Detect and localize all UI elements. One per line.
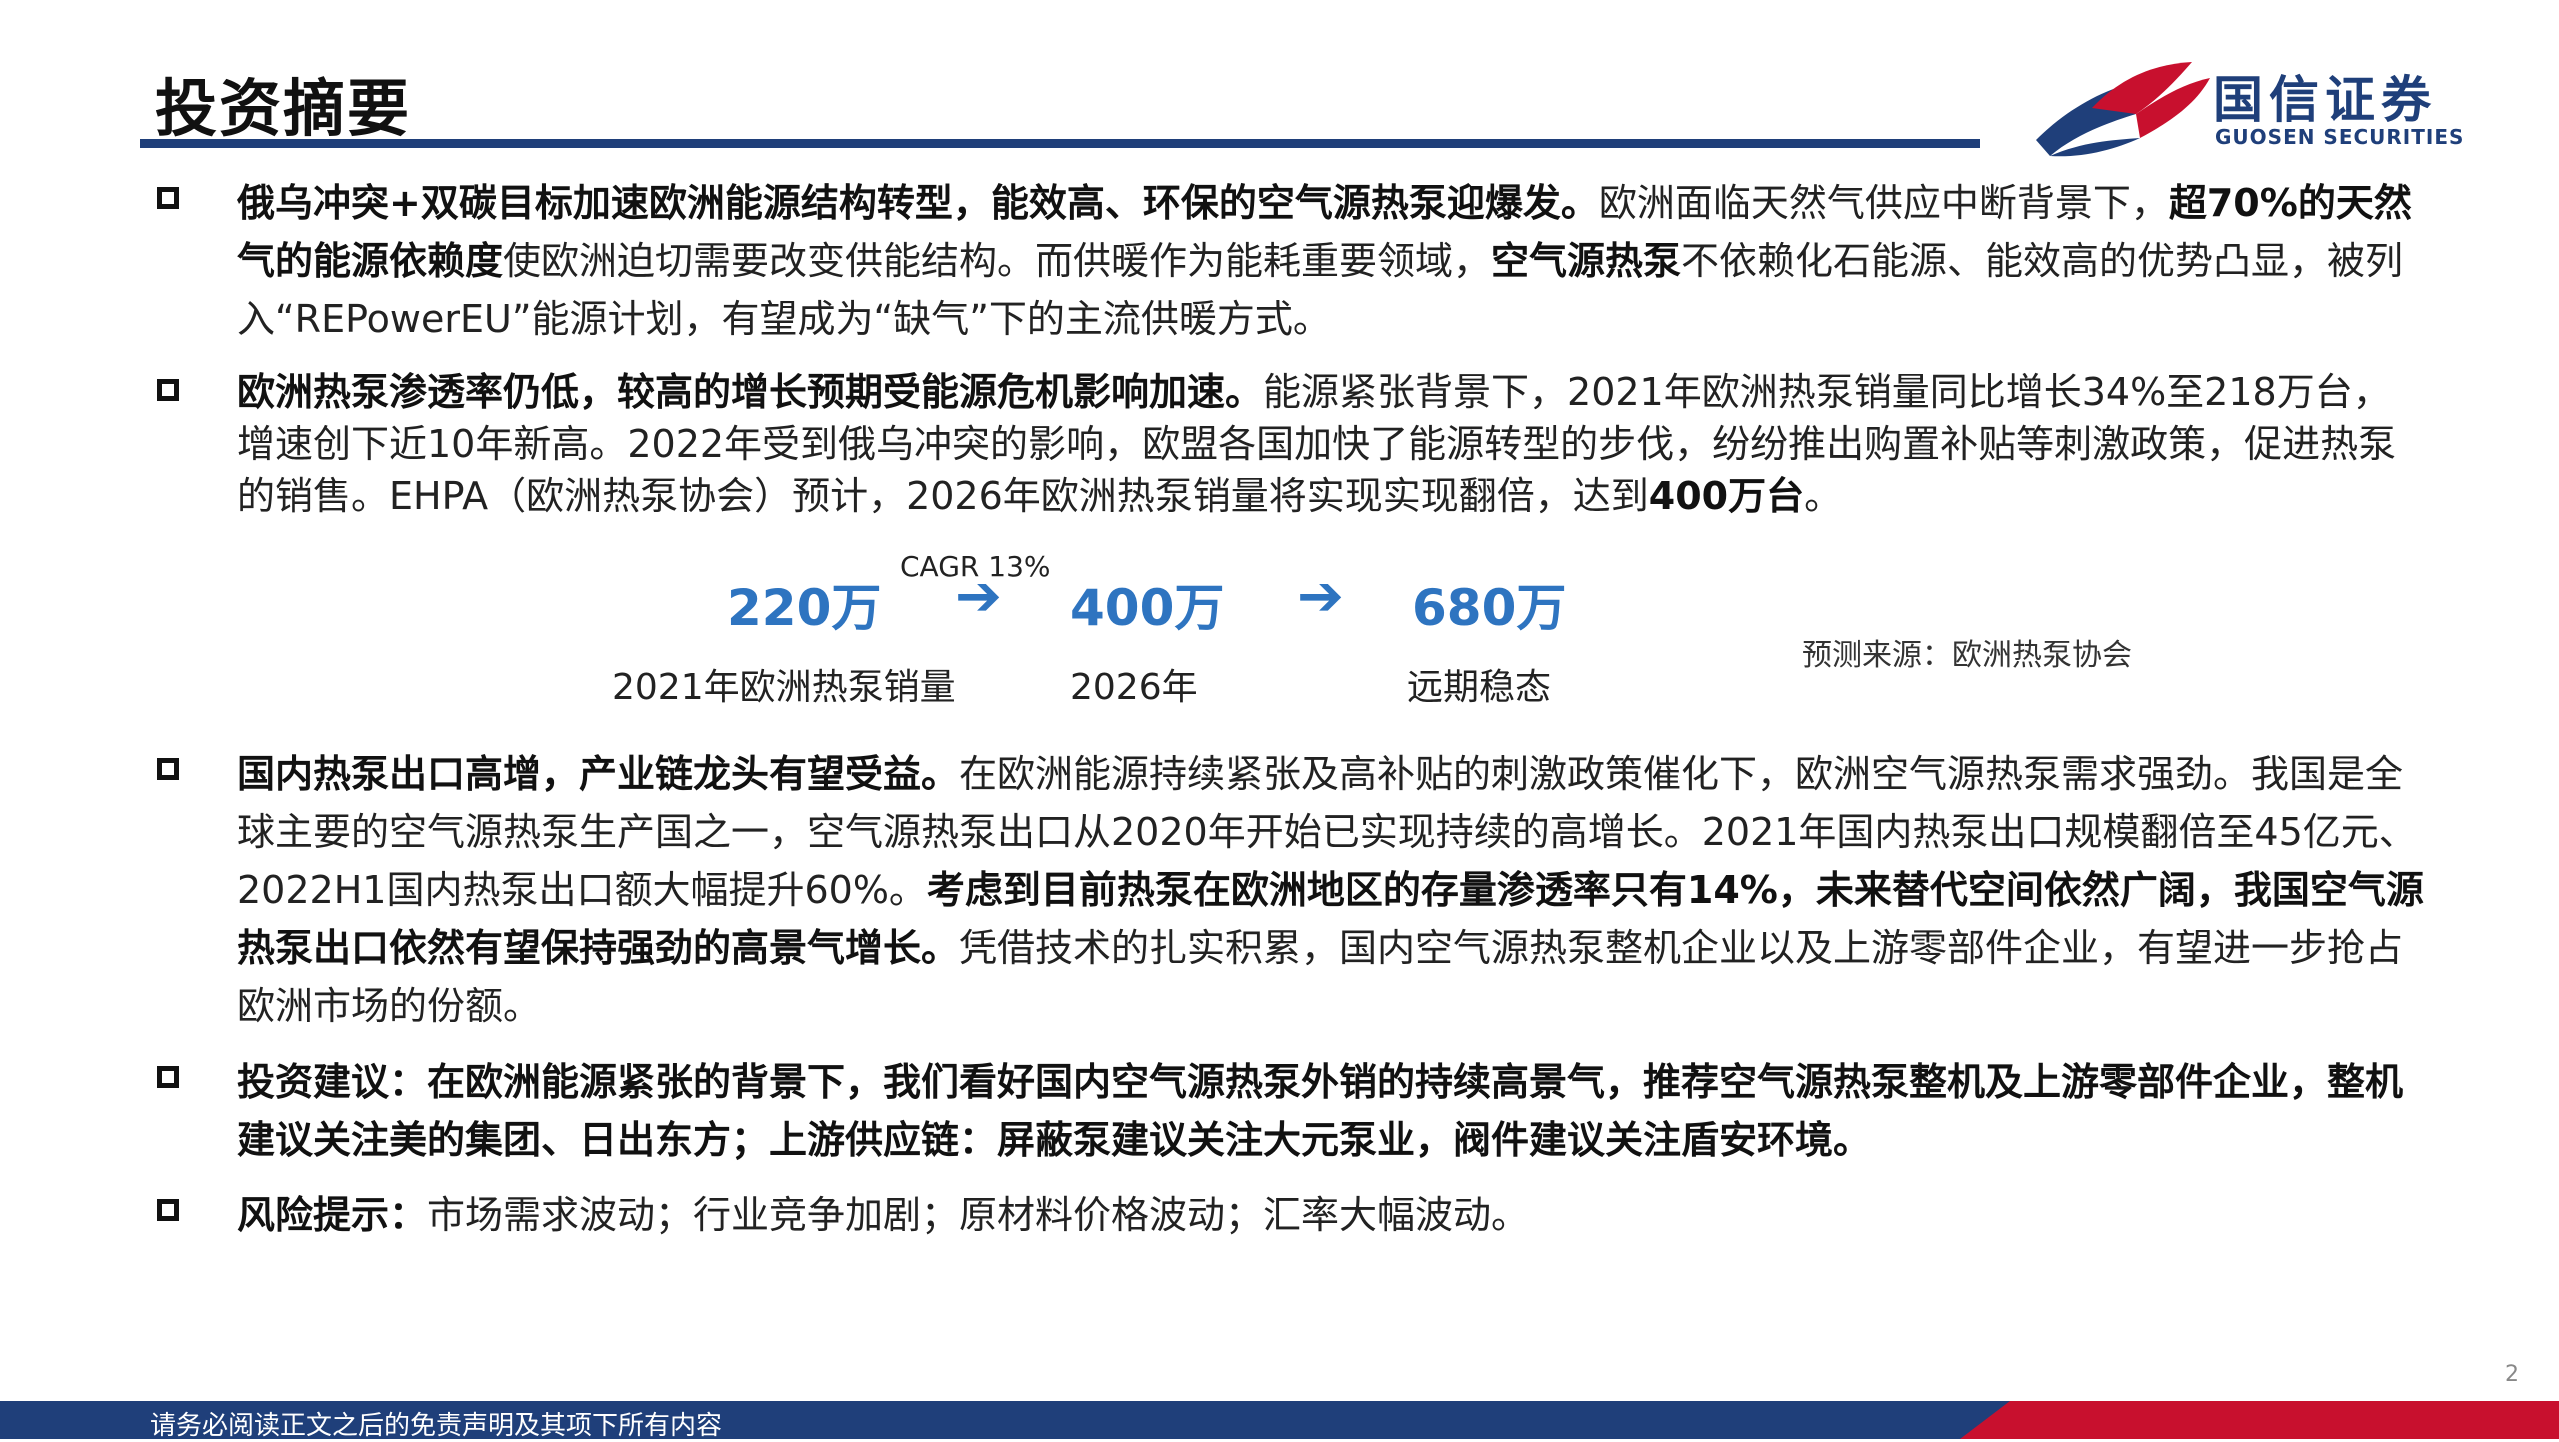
stat-value-2021: 220万 [727,579,882,637]
square-bullet-icon [157,758,179,780]
stat-label-2026: 2026年 [1070,667,1198,708]
stat-value-2026: 400万 [1070,579,1225,637]
bullet-item: 风险提示：市场需求波动；行业竞争加剧；原材料价格波动；汇率大幅波动。 [157,1186,2427,1244]
text-segment: 。 [1804,474,1843,518]
bold-segment: 俄乌冲突+双碳目标加速欧洲能源结构转型，能效高、环保的空气源热泵迎爆发。 [237,181,1599,225]
forecast-source: 预测来源：欧洲热泵协会 [1802,638,2132,673]
arrow-right-icon: ➔ [1297,564,1344,629]
square-bullet-icon [157,1199,179,1221]
title-divider [140,139,1980,148]
text-segment: 市场需求波动；行业竞争加剧；原材料价格波动；汇率大幅波动。 [427,1193,1530,1237]
bullet-text: 风险提示：市场需求波动；行业竞争加剧；原材料价格波动；汇率大幅波动。 [237,1186,2427,1244]
bullet-item: 欧洲热泵渗透率仍低，较高的增长预期受能源危机影响加速。能源紧张背景下，2021年… [157,366,2427,522]
bold-segment: 投资建议：在欧洲能源紧张的背景下，我们看好国内空气源热泵外销的持续高景气，推荐空… [237,1060,2404,1162]
text-segment: 欧洲面临天然气供应中断背景下， [1598,181,2169,225]
stat-label-2021: 2021年欧洲热泵销量 [612,667,956,708]
bullet-text: 国内热泵出口高增，产业链龙头有望受益。在欧洲能源持续紧张及高补贴的刺激政策催化下… [237,745,2427,1035]
bullet-item: 投资建议：在欧洲能源紧张的背景下，我们看好国内空气源热泵外销的持续高景气，推荐空… [157,1053,2427,1169]
page-number: 2 [2505,1362,2519,1387]
arrow-right-icon: ➔ [955,564,1002,629]
bold-segment: 空气源热泵 [1491,239,1682,283]
stat-label-longterm: 远期稳态 [1407,667,1552,708]
bold-segment: 400万台 [1648,474,1805,518]
bullet-item: 俄乌冲突+双碳目标加速欧洲能源结构转型，能效高、环保的空气源热泵迎爆发。欧洲面临… [157,174,2427,348]
square-bullet-icon [157,187,179,209]
footer-disclaimer: 请务必阅读正文之后的免责声明及其项下所有内容 [150,1411,723,1441]
bullet-text: 俄乌冲突+双碳目标加速欧洲能源结构转型，能效高、环保的空气源热泵迎爆发。欧洲面临… [237,174,2427,348]
bullet-item: 国内热泵出口高增，产业链龙头有望受益。在欧洲能源持续紧张及高补贴的刺激政策催化下… [157,745,2427,1035]
bold-segment: 欧洲热泵渗透率仍低，较高的增长预期受能源危机影响加速。 [237,370,1264,414]
bold-segment: 风险提示： [237,1193,428,1237]
bullet-text: 欧洲热泵渗透率仍低，较高的增长预期受能源危机影响加速。能源紧张背景下，2021年… [237,366,2427,522]
square-bullet-icon [157,1066,179,1088]
text-segment: 使欧洲迫切需要改变供能结构。而供暖作为能耗重要领域， [503,239,1492,283]
page-title: 投资摘要 [155,72,412,145]
square-bullet-icon [157,379,179,401]
bold-segment: 国内热泵出口高增，产业链龙头有望受益。 [237,752,960,796]
logo-text-cn: 国信证券 [2213,71,2437,129]
logo-text-en: GUOSEN SECURITIES [2215,125,2465,149]
stat-value-longterm: 680万 [1412,579,1567,637]
bullet-text: 投资建议：在欧洲能源紧张的背景下，我们看好国内空气源热泵外销的持续高景气，推荐空… [237,1053,2427,1169]
guosen-logo-icon [2036,62,2210,157]
